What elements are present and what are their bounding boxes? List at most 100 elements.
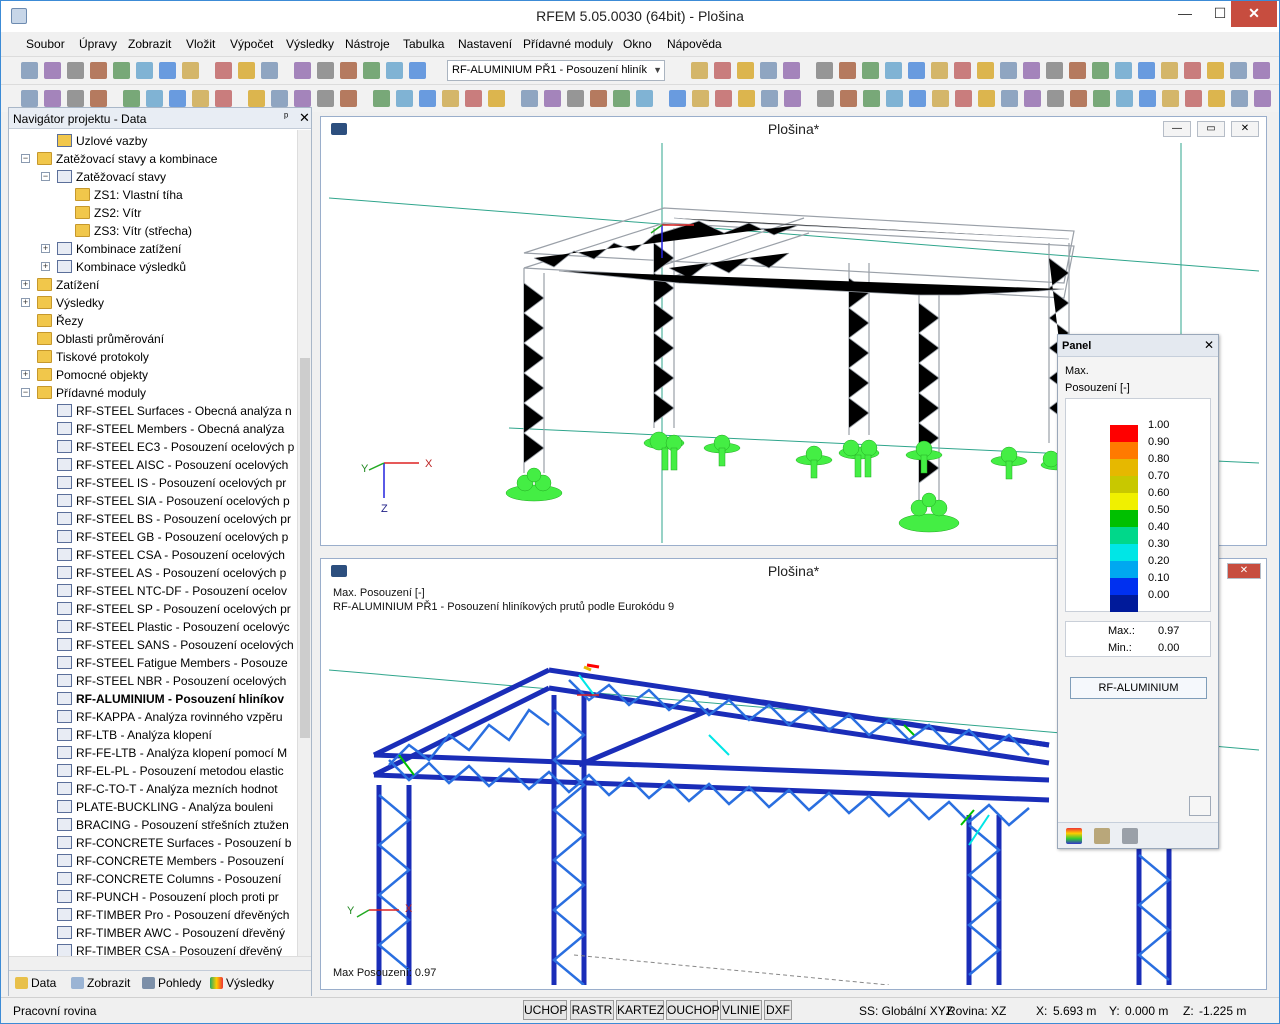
toolbar-button-icon[interactable]	[978, 90, 995, 107]
toolbar-button-icon[interactable]	[465, 90, 482, 107]
tree-item[interactable]: RF-STEEL Surfaces - Obecná analýza n	[57, 402, 292, 420]
toolbar-button-icon[interactable]	[1023, 62, 1040, 79]
tree-item[interactable]: RF-TIMBER AWC - Posouzení dřevěný	[57, 924, 285, 942]
menu-zobrazit[interactable]: Zobrazit	[128, 37, 171, 51]
toolbar-button-icon[interactable]	[21, 62, 38, 79]
tree-item[interactable]: RF-STEEL Fatigue Members - Posouze	[57, 654, 288, 672]
expand-toggle-icon[interactable]: +	[21, 370, 30, 379]
toolbar-button-icon[interactable]	[1161, 62, 1178, 79]
toolbar-button-icon[interactable]	[363, 62, 380, 79]
tree-item[interactable]: RF-STEEL EC3 - Posouzení ocelových p	[57, 438, 294, 456]
toolbar-button-icon[interactable]	[146, 90, 163, 107]
tree-item[interactable]: RF-STEEL AS - Posouzení ocelových p	[57, 564, 286, 582]
tree-item[interactable]: Řezy	[37, 312, 83, 330]
toolbar-button-icon[interactable]	[386, 62, 403, 79]
color-scale-icon[interactable]	[1066, 828, 1082, 844]
toolbar-button-icon[interactable]	[67, 62, 84, 79]
tree-item[interactable]: Tiskové protokoly	[37, 348, 149, 366]
toolbar-button-icon[interactable]	[294, 62, 311, 79]
menu-upravy[interactable]: Úpravy	[79, 37, 117, 51]
toolbar-button-icon[interactable]	[159, 62, 176, 79]
toolbar-button-icon[interactable]	[1069, 62, 1086, 79]
guideline-button[interactable]: VLINIE	[720, 1000, 762, 1020]
tree-item[interactable]: RF-STEEL Plastic - Posouzení ocelovýc	[57, 618, 290, 636]
tree-item[interactable]: RF-FE-LTB - Analýza klopení pomocí M	[57, 744, 287, 762]
menu-nastroje[interactable]: Nástroje	[345, 37, 390, 51]
toolbar-button-icon[interactable]	[340, 62, 357, 79]
tree-item[interactable]: Oblasti průměrování	[37, 330, 164, 348]
toolbar-button-icon[interactable]	[816, 62, 833, 79]
dxf-button[interactable]: DXF	[764, 1000, 792, 1020]
tree-item[interactable]: ZS1: Vlastní tíha	[75, 186, 183, 204]
toolbar-button-icon[interactable]	[1115, 62, 1132, 79]
toolbar-button-icon[interactable]	[955, 90, 972, 107]
menu-napoveda[interactable]: Nápověda	[667, 37, 722, 51]
color-legend[interactable]: 1.00 0.90 0.80 0.70 0.60 0.50 0.40 0.30 0.20 0.10…	[1065, 398, 1211, 612]
toolbar-button-icon[interactable]	[44, 90, 61, 107]
toolbar-button-icon[interactable]	[590, 90, 607, 107]
tree-item[interactable]: RF-LTB - Analýza klopení	[57, 726, 212, 744]
tree-item[interactable]: RF-ALUMINIUM - Posouzení hliníkov	[57, 690, 284, 708]
tree-item[interactable]: RF-CONCRETE Columns - Posouzení	[57, 870, 281, 888]
toolbar-button-icon[interactable]	[21, 90, 38, 107]
toolbar-button-icon[interactable]	[669, 90, 686, 107]
toolbar-button-icon[interactable]	[294, 90, 311, 107]
scroll-thumb[interactable]	[300, 358, 310, 738]
tree-item[interactable]: RF-C-TO-T - Analýza mezních hodnot	[57, 780, 278, 798]
magnify-icon[interactable]	[1189, 796, 1211, 816]
tree-item[interactable]: Kombinace výsledků	[57, 258, 186, 276]
toolbar-button-icon[interactable]	[1070, 90, 1087, 107]
toolbar-button-icon[interactable]	[113, 62, 130, 79]
tree-item[interactable]: RF-STEEL SANS - Posouzení ocelových	[57, 636, 294, 654]
toolbar-button-icon[interactable]	[317, 62, 334, 79]
toolbar-button-icon[interactable]	[340, 90, 357, 107]
toolbar-button-icon[interactable]	[409, 62, 426, 79]
toolbar-button-icon[interactable]	[419, 90, 436, 107]
tree-item[interactable]: RF-STEEL BS - Posouzení ocelových pr	[57, 510, 291, 528]
tree-item[interactable]: RF-EL-PL - Posouzení metodou elastic	[57, 762, 284, 780]
toolbar-button-icon[interactable]	[544, 90, 561, 107]
menu-soubor[interactable]: Soubor	[26, 37, 65, 51]
toolbar-button-icon[interactable]	[691, 62, 708, 79]
toolbar-button-icon[interactable]	[215, 62, 232, 79]
toolbar-button-icon[interactable]	[44, 62, 61, 79]
toolbar-button-icon[interactable]	[396, 90, 413, 107]
toolbar-button-icon[interactable]	[1046, 62, 1063, 79]
toolbar-button-icon[interactable]	[1092, 62, 1109, 79]
rf-aluminium-button[interactable]: RF-ALUMINIUM	[1070, 677, 1207, 699]
toolbar-button-icon[interactable]	[169, 90, 186, 107]
tree-item[interactable]: RF-STEEL SP - Posouzení ocelových pr	[57, 600, 291, 618]
toolbar-button-icon[interactable]	[1024, 90, 1041, 107]
menu-vlozit[interactable]: Vložit	[186, 37, 215, 51]
toolbar-button-icon[interactable]	[1093, 90, 1110, 107]
toolbar-button-icon[interactable]	[1185, 90, 1202, 107]
expand-toggle-icon[interactable]: −	[21, 388, 30, 397]
toolbar-button-icon[interactable]	[908, 62, 925, 79]
view-minimize-button[interactable]: —	[1163, 121, 1191, 137]
toolbar-button-icon[interactable]	[817, 90, 834, 107]
toolbar-button-icon[interactable]	[248, 90, 265, 107]
tab-data[interactable]: Data	[15, 976, 56, 990]
toolbar-button-icon[interactable]	[761, 90, 778, 107]
tree-item[interactable]: RF-CONCRETE Members - Posouzení	[57, 852, 284, 870]
toolbar-button-icon[interactable]	[783, 62, 800, 79]
toolbar-button-icon[interactable]	[1001, 90, 1018, 107]
tree-item[interactable]: RF-STEEL AISC - Posouzení ocelových	[57, 456, 288, 474]
menu-tabulka[interactable]: Tabulka	[403, 37, 444, 51]
toolbar-button-icon[interactable]	[136, 62, 153, 79]
toolbar-button-icon[interactable]	[862, 62, 879, 79]
tree-item[interactable]: RF-KAPPA - Analýza rovinného vzpěru	[57, 708, 283, 726]
toolbar-button-icon[interactable]	[1184, 62, 1201, 79]
tree-item[interactable]: RF-STEEL CSA - Posouzení ocelových	[57, 546, 285, 564]
module-case-select[interactable]: RF-ALUMINIUM PŘ1 - Posouzení hliník ▼	[447, 60, 665, 81]
expand-toggle-icon[interactable]: −	[21, 154, 30, 163]
menu-okno[interactable]: Okno	[623, 37, 652, 51]
cartesian-button[interactable]: KARTEZ	[616, 1000, 664, 1020]
pin-icon[interactable]: ᵖ	[284, 111, 288, 123]
navigator-vertical-scrollbar[interactable]	[297, 130, 311, 956]
tree-item[interactable]: Zatěžovací stavy a kombinace	[37, 150, 217, 168]
tree-item[interactable]: RF-TIMBER Pro - Posouzení dřevěných	[57, 906, 289, 924]
toolbar-button-icon[interactable]	[738, 90, 755, 107]
toolbar-button-icon[interactable]	[1047, 90, 1064, 107]
toolbar-button-icon[interactable]	[715, 90, 732, 107]
